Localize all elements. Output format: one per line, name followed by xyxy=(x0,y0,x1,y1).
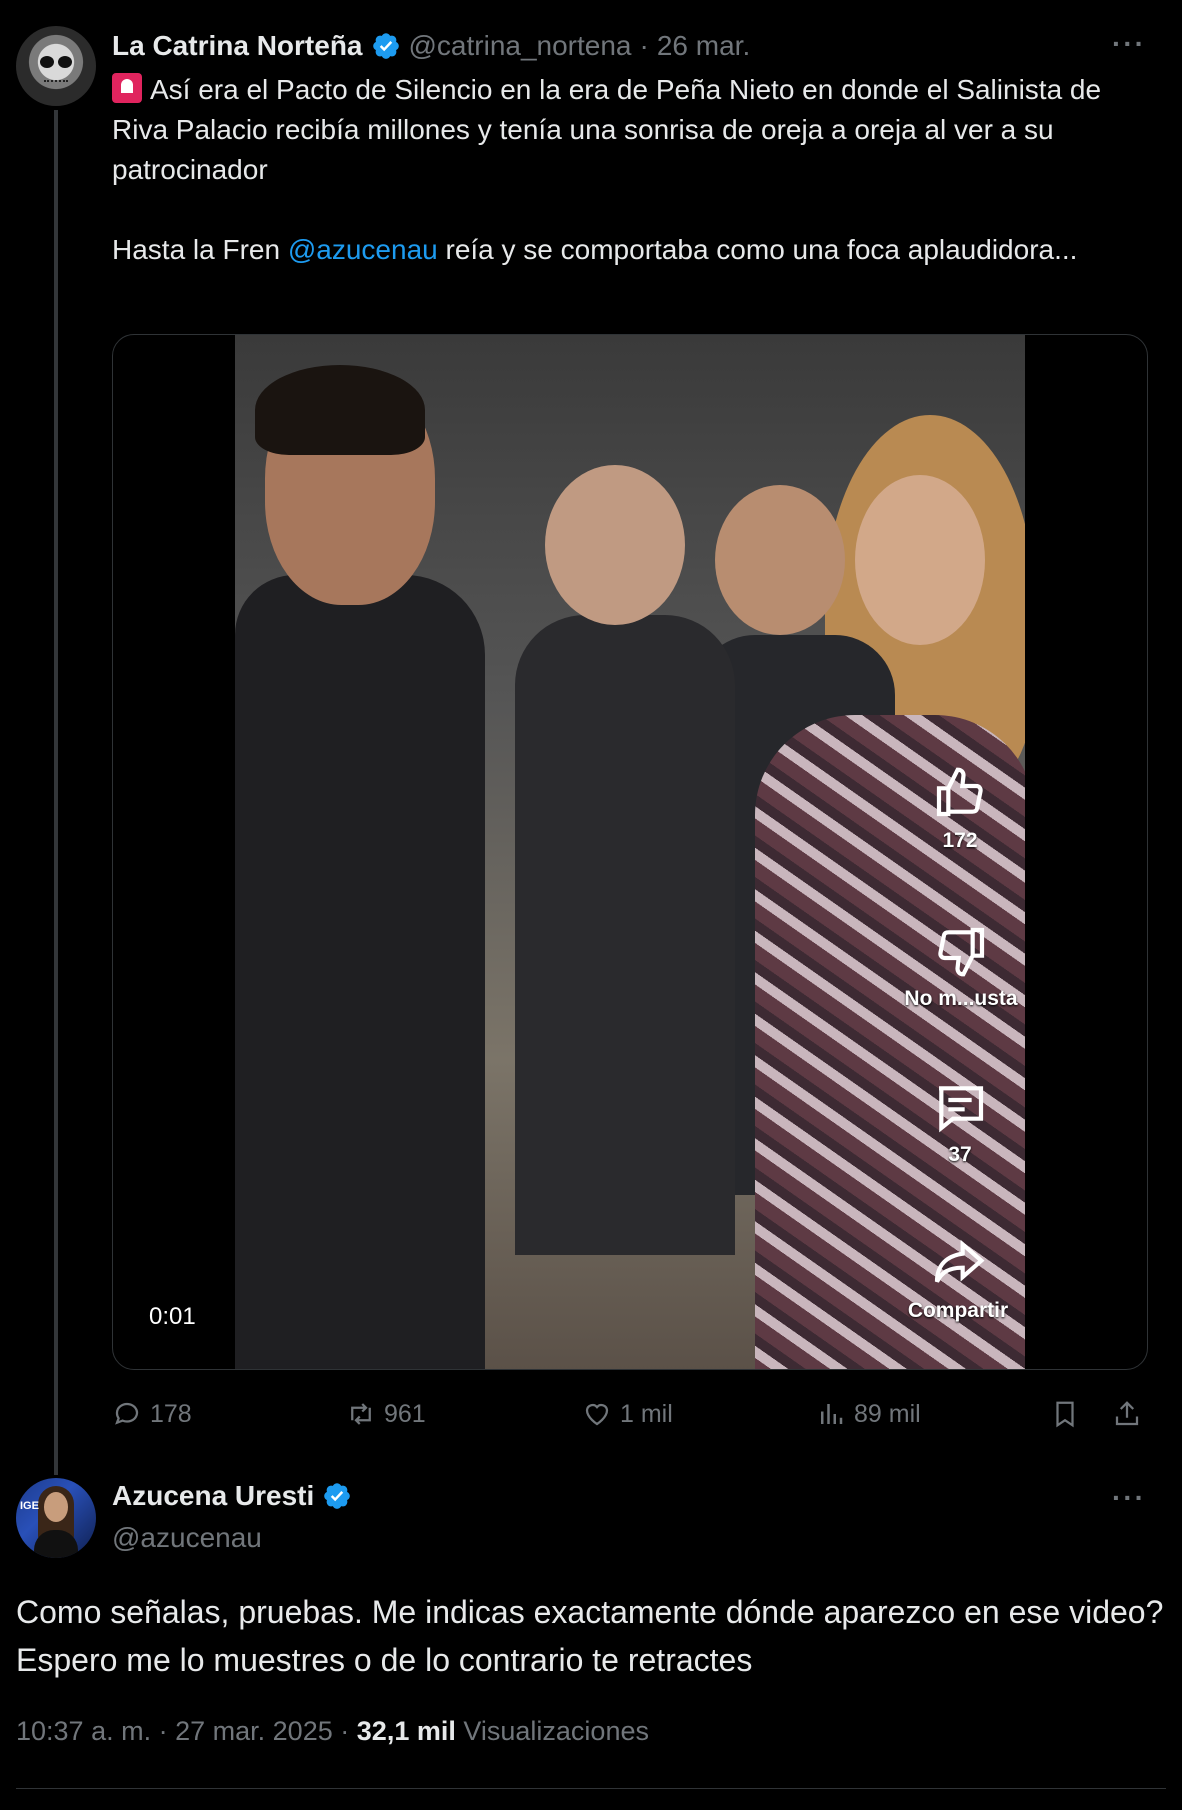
tweet1-text: Así era el Pacto de Silencio en la era d… xyxy=(112,70,1152,270)
video-like[interactable]: 172 xyxy=(900,765,1020,853)
more-icon[interactable]: ··· xyxy=(1112,28,1146,60)
like-icon xyxy=(585,1403,609,1426)
avatar-azucena[interactable]: IGE xyxy=(16,1478,96,1558)
tweet1-separator: · xyxy=(639,30,649,61)
verified-icon xyxy=(324,1483,351,1509)
video-comments[interactable]: 37 xyxy=(900,1079,1020,1167)
tweet1-header: La Catrina Norteña @catrina_nortena · 26… xyxy=(112,28,750,64)
repost-count: 961 xyxy=(384,1399,426,1428)
views-count: 89 mil xyxy=(854,1399,921,1428)
tweet2-views-label: Visualizaciones xyxy=(463,1716,649,1746)
views-icon xyxy=(821,1404,843,1424)
tweet2-header: Azucena Uresti xyxy=(112,1480,352,1512)
thumbs-down-icon xyxy=(938,927,985,977)
tweet1-text-line1: Así era el Pacto de Silencio en la era d… xyxy=(112,74,1102,185)
video-player[interactable]: 172 No m...usta 37 Compartir 0:01 xyxy=(112,334,1148,1370)
reply-count: 178 xyxy=(150,1399,192,1428)
tweet2-author-name[interactable]: Azucena Uresti xyxy=(112,1480,314,1512)
tweet-thread-page: La Catrina Norteña @catrina_nortena · 26… xyxy=(0,0,1182,1810)
reply-button[interactable]: 178 xyxy=(112,1392,192,1436)
repost-icon xyxy=(351,1403,371,1425)
views-button[interactable]: 89 mil xyxy=(816,1392,921,1436)
bookmark-icon xyxy=(1056,1401,1074,1428)
tweet1-handle[interactable]: @catrina_nortena xyxy=(409,30,632,62)
tweet2-text: Como señalas, pruebas. Me indicas exacta… xyxy=(16,1594,1164,1678)
like-button[interactable]: 1 mil xyxy=(582,1392,673,1436)
share-icon xyxy=(1115,1401,1139,1426)
verified-icon xyxy=(372,33,399,59)
video-dislike-label: No m...usta xyxy=(904,987,1018,1010)
tweet1-text-line2-suffix: reía y se comportaba como una foca aplau… xyxy=(437,234,1078,265)
tweet2-time[interactable]: 10:37 a. m. xyxy=(16,1716,151,1746)
tweet2-handle[interactable]: @azucenau xyxy=(112,1522,262,1554)
comment-icon xyxy=(939,1086,984,1133)
more-icon[interactable]: ··· xyxy=(1112,1482,1146,1514)
tweet2-date[interactable]: 27 mar. 2025 xyxy=(175,1716,333,1746)
tweet2-separator: · xyxy=(158,1716,168,1746)
reply-icon xyxy=(115,1402,139,1425)
avatar-catrina[interactable] xyxy=(16,26,96,106)
share-button[interactable] xyxy=(1112,1392,1142,1436)
mention-link[interactable]: @azucenau xyxy=(288,234,438,265)
bookmark-button[interactable] xyxy=(1050,1392,1080,1436)
video-timestamp: 0:01 xyxy=(149,1303,196,1330)
tweet1-action-bar: 178 961 1 mil 89 mil xyxy=(112,1392,1158,1436)
share-arrow-icon xyxy=(934,1239,985,1283)
thumbs-up-icon xyxy=(936,767,983,817)
repost-button[interactable]: 961 xyxy=(346,1392,426,1436)
divider xyxy=(16,1788,1166,1789)
avatar-tag: IGE xyxy=(20,1500,39,1512)
tweet1-author-name[interactable]: La Catrina Norteña xyxy=(112,30,363,62)
siren-icon xyxy=(112,73,142,103)
video-share[interactable]: Compartir xyxy=(883,1235,1033,1323)
tweet2-separator: · xyxy=(340,1716,350,1746)
video-like-count: 172 xyxy=(942,829,978,852)
tweet2-meta: 10:37 a. m. · 27 mar. 2025 · 32,1 mil Vi… xyxy=(16,1716,649,1747)
like-count: 1 mil xyxy=(620,1399,673,1428)
tweet1-date[interactable]: 26 mar. xyxy=(657,30,750,62)
video-comment-count: 37 xyxy=(948,1143,972,1166)
video-dislike[interactable]: No m...usta xyxy=(887,923,1035,1011)
thread-connector-line xyxy=(54,110,58,1475)
tweet2-views-count: 32,1 mil xyxy=(356,1716,456,1746)
video-share-label: Compartir xyxy=(907,1299,1009,1322)
tweet1-text-line2-prefix: Hasta la Fren xyxy=(112,234,288,265)
